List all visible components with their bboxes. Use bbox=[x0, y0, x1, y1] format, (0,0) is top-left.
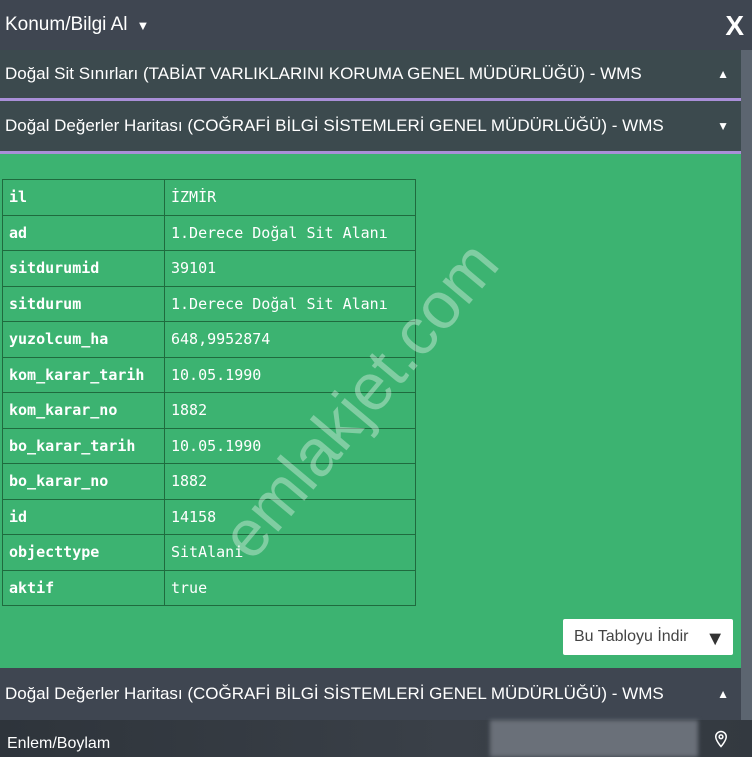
attribute-value: true bbox=[164, 569, 416, 606]
section-title: Doğal Değerler Haritası (COĞRAFİ BİLGİ S… bbox=[5, 116, 664, 135]
table-row: bo_karar_no 1882 bbox=[2, 463, 416, 500]
attribute-key: aktif bbox=[2, 569, 165, 606]
attribute-key: kom_karar_tarih bbox=[2, 356, 165, 393]
table-row: aktif true bbox=[2, 569, 416, 606]
attribute-key: bo_karar_no bbox=[2, 463, 165, 500]
attribute-key: il bbox=[2, 179, 165, 216]
section-header-dogal-degerler[interactable]: Doğal Değerler Haritası (COĞRAFİ BİLGİ S… bbox=[0, 101, 741, 154]
section-title: Doğal Değerler Haritası (COĞRAFİ BİLGİ S… bbox=[5, 684, 664, 703]
caret-down-icon[interactable]: ▼ bbox=[717, 119, 729, 133]
download-label: Bu Tabloyu İndir bbox=[574, 628, 689, 645]
caret-up-icon[interactable]: ▲ bbox=[717, 67, 729, 81]
section-header-dogal-sit[interactable]: Doğal Sit Sınırları (TABİAT VARLIKLARINI… bbox=[0, 50, 741, 101]
coordinate-value-redacted bbox=[490, 720, 698, 757]
attribute-value: 1.Derece Doğal Sit Alanı bbox=[164, 214, 416, 251]
section-header-dogal-degerler-2[interactable]: Doğal Değerler Haritası (COĞRAFİ BİLGİ S… bbox=[0, 668, 741, 720]
scrollbar[interactable] bbox=[741, 50, 752, 720]
download-table-button[interactable]: Bu Tabloyu İndir ▼ bbox=[563, 619, 733, 655]
caret-down-icon[interactable]: ▼ bbox=[137, 18, 150, 33]
coordinate-label: Enlem/Boylam bbox=[7, 735, 111, 752]
table-row: ad 1.Derece Doğal Sit Alanı bbox=[2, 214, 416, 251]
attribute-key: sitdurum bbox=[2, 285, 165, 322]
table-row: objecttype SitAlani bbox=[2, 534, 416, 571]
table-row: il İZMİR bbox=[2, 179, 416, 216]
location-pin-icon[interactable] bbox=[712, 730, 730, 748]
attribute-key: kom_karar_no bbox=[2, 392, 165, 429]
attribute-key: ad bbox=[2, 214, 165, 251]
section-title: Doğal Sit Sınırları (TABİAT VARLIKLARINI… bbox=[5, 64, 642, 83]
attribute-key: yuzolcum_ha bbox=[2, 321, 165, 358]
table-row: sitdurum 1.Derece Doğal Sit Alanı bbox=[2, 285, 416, 322]
attribute-value: 39101 bbox=[164, 250, 416, 287]
caret-down-icon: ▼ bbox=[705, 628, 725, 650]
table-row: sitdurumid 39101 bbox=[2, 250, 416, 287]
panel-title[interactable]: Konum/Bilgi Al bbox=[5, 14, 128, 36]
attribute-key: sitdurumid bbox=[2, 250, 165, 287]
close-icon[interactable]: X bbox=[725, 10, 744, 42]
table-row: id 14158 bbox=[2, 498, 416, 535]
attribute-value: İZMİR bbox=[164, 179, 416, 216]
result-panel: il İZMİR ad 1.Derece Doğal Sit Alanı sitduru… bbox=[0, 154, 741, 668]
panel-header: Konum/Bilgi Al ▼ X bbox=[0, 0, 752, 50]
attribute-key: id bbox=[2, 498, 165, 535]
attribute-key: bo_karar_tarih bbox=[2, 427, 165, 464]
attribute-key: objecttype bbox=[2, 534, 165, 571]
caret-up-icon[interactable]: ▲ bbox=[717, 687, 729, 701]
coordinate-bar: Enlem/Boylam bbox=[0, 720, 752, 757]
